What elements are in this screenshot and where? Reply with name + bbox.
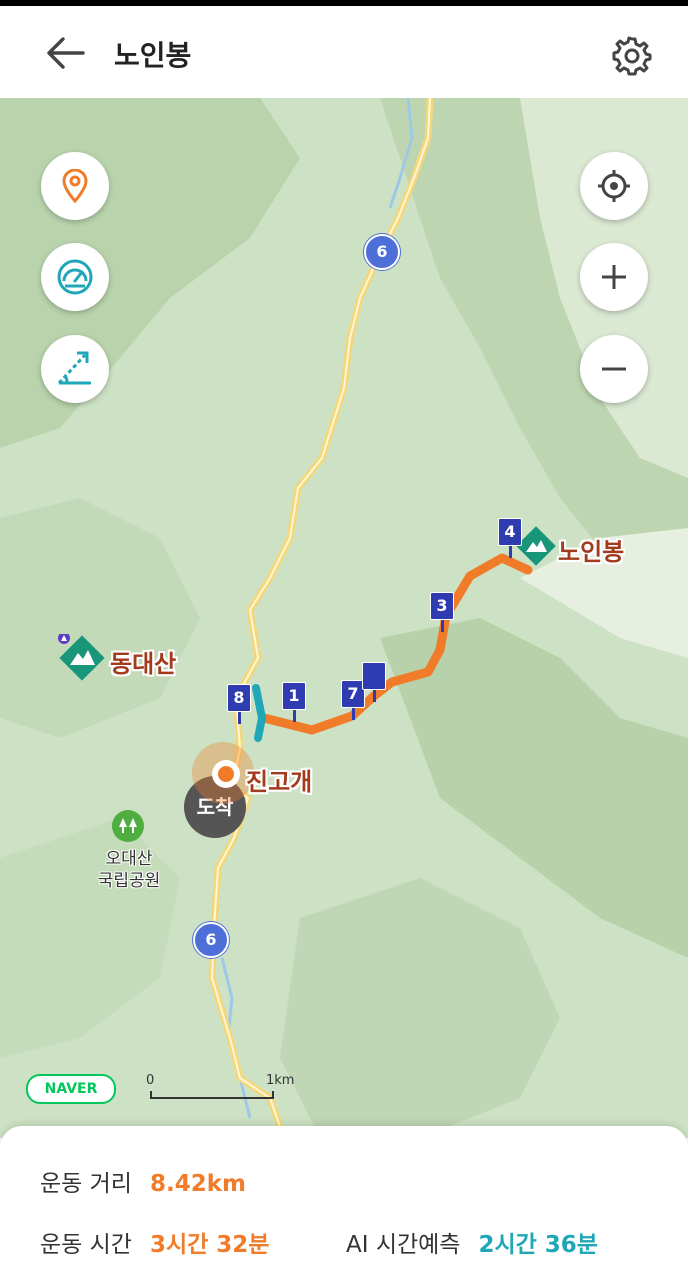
slope-button[interactable] <box>41 335 109 403</box>
terrain-background <box>0 98 688 1138</box>
time-label: 운동 시간 <box>40 1232 132 1258</box>
route-6-badge: 6 <box>364 234 400 270</box>
time-value: 3시간 32분 <box>149 1232 270 1258</box>
my-location-button[interactable] <box>580 152 648 220</box>
trail-marker-3[interactable]: 3 <box>430 592 454 620</box>
crosshair-icon <box>598 170 630 202</box>
route-6-badge: 6 <box>193 922 229 958</box>
trail-marker-4[interactable]: 4 <box>498 518 522 546</box>
naver-logo: NAVER <box>26 1074 116 1104</box>
time-stat: 운동 시간 3시간 32분 <box>40 1225 269 1259</box>
stats-panel: 운동 거리 8.42km 운동 시간 3시간 32분 AI 시간예측 2시간 36분 <box>0 1126 688 1280</box>
ai-estimate-stat: AI 시간예측 2시간 36분 <box>346 1225 598 1259</box>
speedometer-button[interactable] <box>41 243 109 311</box>
plus-icon <box>602 265 626 289</box>
place-label-jingogae: 진고개 <box>246 768 313 796</box>
location-pin-button[interactable] <box>41 152 109 220</box>
page-title: 노인봉 <box>114 39 192 72</box>
mountain-icon <box>516 526 556 570</box>
minus-icon <box>602 367 626 371</box>
marker-stem <box>293 710 296 722</box>
marker-stem <box>441 620 444 632</box>
marker-stem <box>238 712 241 724</box>
trail-marker-8[interactable]: 8 <box>227 684 251 712</box>
back-button[interactable] <box>40 30 90 76</box>
park-label: 오대산 국립공원 <box>74 848 184 892</box>
zoom-in-button[interactable] <box>580 243 648 311</box>
peak-label-noinbong: 노인봉 <box>558 538 625 566</box>
location-pin-icon <box>62 169 88 203</box>
speedometer-icon <box>57 259 93 295</box>
top-app-bar: 노인봉 <box>0 6 688 98</box>
slope-icon <box>57 351 91 385</box>
marker-stem <box>373 690 376 702</box>
settings-button[interactable] <box>606 30 658 82</box>
mountain-icon <box>58 632 106 686</box>
distance-value: 8.42km <box>149 1171 246 1197</box>
scale-start-label: 0 <box>146 1073 155 1088</box>
park-tree-icon <box>112 810 144 842</box>
scale-end-label: 1km <box>266 1073 295 1088</box>
current-location-icon <box>212 760 240 788</box>
trail-marker-blank[interactable] <box>362 662 386 690</box>
distance-label: 운동 거리 <box>40 1171 132 1197</box>
marker-stem <box>509 546 512 558</box>
marker-stem <box>352 708 355 720</box>
zoom-out-button[interactable] <box>580 335 648 403</box>
scale-bar <box>150 1091 274 1099</box>
map-view[interactable]: 6 6 노인봉 동대산 오대산 국립공원 8 1 7 3 4 도착 진고개 NA… <box>0 98 688 1138</box>
ai-estimate-value: 2시간 36분 <box>478 1232 598 1258</box>
trail-marker-1[interactable]: 1 <box>282 682 306 710</box>
park-label-line2: 국립공원 <box>97 871 161 891</box>
distance-stat: 운동 거리 8.42km <box>40 1164 246 1198</box>
gear-icon <box>612 36 652 76</box>
arrow-left-icon <box>47 37 85 69</box>
park-label-line1: 오대산 <box>105 849 153 869</box>
peak-label-dongdaesan: 동대산 <box>110 650 177 678</box>
ai-estimate-label: AI 시간예측 <box>346 1232 461 1258</box>
map-scale: 0 1km <box>146 1073 316 1103</box>
